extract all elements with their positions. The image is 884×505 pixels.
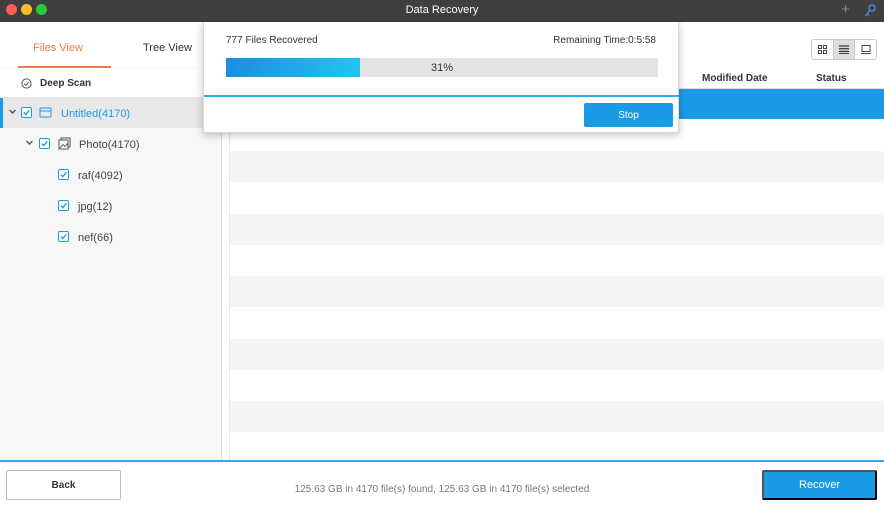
tab-files-view[interactable]: Files View: [33, 42, 83, 54]
tree-checkbox-jpg[interactable]: [58, 200, 69, 211]
progress-percent: 31%: [430, 62, 454, 74]
title-bar: Data Recovery +: [0, 0, 884, 22]
column-header-modified-date[interactable]: Modified Date: [702, 73, 768, 84]
tree-label-raf: raf(4092): [78, 170, 123, 182]
recover-button[interactable]: Recover: [762, 470, 877, 500]
deep-scan-header: Deep Scan: [0, 68, 222, 98]
deep-scan-label: Deep Scan: [40, 78, 92, 89]
tree-checkbox-raf[interactable]: [58, 169, 69, 180]
tree-label-photo: Photo(4170): [79, 139, 140, 151]
footer-bar: Back 125.63 GB in 4170 file(s) found, 12…: [0, 460, 884, 505]
grid-view-icon: [817, 45, 827, 54]
view-tabs: Files View Tree View: [0, 22, 222, 68]
selection-indicator: [0, 98, 3, 128]
table-row[interactable]: [230, 401, 884, 432]
chevron-down-icon[interactable]: [8, 107, 17, 116]
tree-checkbox-untitled[interactable]: [21, 107, 32, 118]
photo-folder-icon: [58, 137, 71, 150]
tree-item-nef[interactable]: nef(66): [0, 222, 222, 252]
files-recovered-count: 777 Files Recovered: [226, 35, 318, 46]
tree-checkbox-photo[interactable]: [39, 138, 50, 149]
progress-bar: 31%: [226, 58, 658, 77]
grid-view-button[interactable]: [812, 40, 834, 59]
tree-label-nef: nef(66): [78, 232, 113, 244]
tree-label-jpg: jpg(12): [78, 201, 113, 213]
tree-checkbox-nef[interactable]: [58, 231, 69, 242]
table-row[interactable]: [230, 339, 884, 370]
remaining-time: Remaining Time:0:5:58: [553, 35, 656, 46]
tree-item-photo[interactable]: Photo(4170): [0, 129, 222, 159]
list-view-button[interactable]: [833, 40, 856, 59]
dialog-divider: [204, 95, 679, 97]
chevron-down-icon[interactable]: [25, 138, 34, 147]
stop-button[interactable]: Stop: [584, 103, 673, 127]
tree-item-raf[interactable]: raf(4092): [0, 160, 222, 190]
list-view-icon: [839, 45, 849, 54]
preview-view-icon: [860, 45, 871, 54]
recovery-progress-dialog: 777 Files Recovered Remaining Time:0:5:5…: [203, 22, 679, 133]
preview-view-button[interactable]: [855, 40, 876, 59]
drive-icon: [39, 107, 52, 118]
window-title: Data Recovery: [405, 4, 479, 16]
tree-item-jpg[interactable]: jpg(12): [0, 191, 222, 221]
column-header-status[interactable]: Status: [816, 73, 847, 84]
tree-label-untitled: Untitled(4170): [61, 108, 131, 120]
table-row[interactable]: [230, 151, 884, 182]
table-row[interactable]: [230, 276, 884, 307]
view-mode-switcher: [811, 39, 877, 60]
key-icon[interactable]: [864, 4, 876, 18]
tab-tree-view[interactable]: Tree View: [143, 42, 192, 54]
sidebar: Files View Tree View Deep Scan Untitled(…: [0, 22, 222, 460]
check-circle-icon: [21, 78, 32, 89]
table-row[interactable]: [230, 214, 884, 245]
tree-item-untitled[interactable]: Untitled(4170): [0, 98, 222, 128]
selection-summary: 125.63 GB in 4170 file(s) found, 125.63 …: [294, 484, 590, 495]
plus-icon[interactable]: +: [841, 2, 850, 18]
